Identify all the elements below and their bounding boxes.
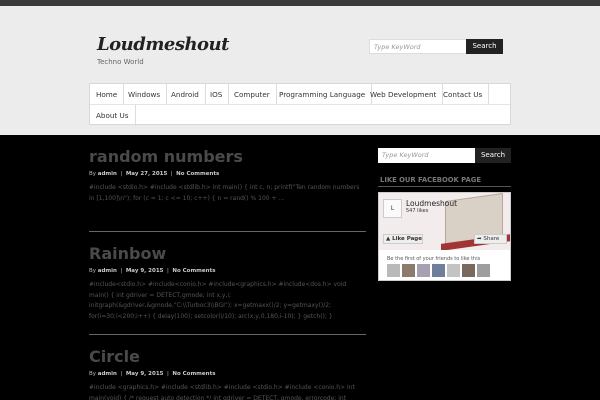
site-header: Loudmeshout Techno World Type KeyWord Se…	[0, 6, 600, 135]
facebook-friends-text: Be the first of your friends to like thi…	[387, 256, 481, 262]
post-divider	[89, 231, 366, 232]
post-title[interactable]: Rainbow	[89, 244, 166, 263]
post-date: May 9, 2015	[125, 371, 164, 377]
post-author[interactable]: admin	[98, 268, 117, 274]
facebook-widget-title: LIKE OUR FACEBOOK PAGE	[380, 176, 481, 184]
nav-item-ios[interactable]: IOS	[204, 84, 230, 105]
nav-item-programming-language[interactable]: Programming Language	[273, 84, 373, 105]
nav-item-windows[interactable]: Windows	[122, 84, 168, 105]
post-divider	[89, 334, 366, 335]
widget-divider	[378, 186, 511, 187]
post-date: May 27, 2015	[125, 171, 168, 177]
post-title[interactable]: random numbers	[89, 147, 243, 166]
friend-avatar[interactable]	[402, 264, 415, 277]
post-meta: By admin | May 9, 2015 | No Comments	[89, 371, 216, 377]
post-excerpt: #include <graphics.h> #include <stdlib.h…	[89, 384, 355, 400]
nav-item-about-us[interactable]: About Us	[90, 105, 136, 126]
post-comments[interactable]: No Comments	[172, 371, 215, 377]
sidebar-search-input[interactable]: Type KeyWord	[378, 148, 476, 163]
facebook-page-widget: L Loudmeshout 547 likes ▲ Like Page ➦ Sh…	[378, 192, 511, 281]
friend-avatar[interactable]	[432, 264, 445, 277]
share-button-label: Share	[483, 236, 500, 242]
post-excerpt: #include<stdio.h> #include<conio.h> #inc…	[89, 281, 347, 320]
nav-item-contact-us[interactable]: Contact Us	[437, 84, 490, 105]
header-search-button[interactable]: Search	[466, 39, 503, 54]
nav-item-android[interactable]: Android	[165, 84, 206, 105]
main-nav: Home Windows Android IOS Computer Progra…	[89, 83, 511, 126]
friend-avatar[interactable]	[417, 264, 430, 277]
share-icon: ➦	[477, 236, 482, 242]
post-comments[interactable]: No Comments	[172, 268, 215, 274]
facebook-share-button[interactable]: ➦ Share	[474, 234, 507, 244]
post-title[interactable]: Circle	[89, 347, 140, 366]
post-author[interactable]: admin	[98, 171, 117, 177]
nav-item-computer[interactable]: Computer	[228, 84, 277, 105]
post-meta: By admin | May 27, 2015 | No Comments	[89, 171, 220, 177]
site-logo[interactable]: Loudmeshout	[97, 34, 229, 55]
post-comments[interactable]: No Comments	[176, 171, 219, 177]
like-button-label: Like Page	[392, 236, 422, 242]
sidebar-search-button[interactable]: Search	[475, 148, 511, 163]
facebook-page-name[interactable]: Loudmeshout	[406, 199, 457, 208]
header-search-input[interactable]: Type KeyWord	[369, 39, 467, 54]
facebook-profile-picture[interactable]: L	[383, 199, 402, 218]
post-author[interactable]: admin	[98, 371, 117, 377]
site-tagline: Techno World	[97, 58, 144, 66]
friend-avatar[interactable]	[477, 264, 490, 277]
friend-avatar[interactable]	[447, 264, 460, 277]
nav-item-home[interactable]: Home	[90, 84, 125, 105]
nav-item-web-development[interactable]: Web Development	[364, 84, 444, 105]
post-meta: By admin | May 9, 2015 | No Comments	[89, 268, 216, 274]
like-thumb-icon: ▲	[386, 236, 391, 242]
post-excerpt: #include <stdio.h> #include <stdlib.h> i…	[89, 184, 360, 202]
friend-avatar[interactable]	[462, 264, 475, 277]
facebook-like-count: 547 likes	[406, 208, 429, 214]
post-date: May 9, 2015	[125, 268, 164, 274]
facebook-cover-image: L Loudmeshout 547 likes ▲ Like Page ➦ Sh…	[379, 193, 510, 250]
facebook-like-button[interactable]: ▲ Like Page	[383, 234, 423, 244]
friend-avatar[interactable]	[387, 264, 400, 277]
